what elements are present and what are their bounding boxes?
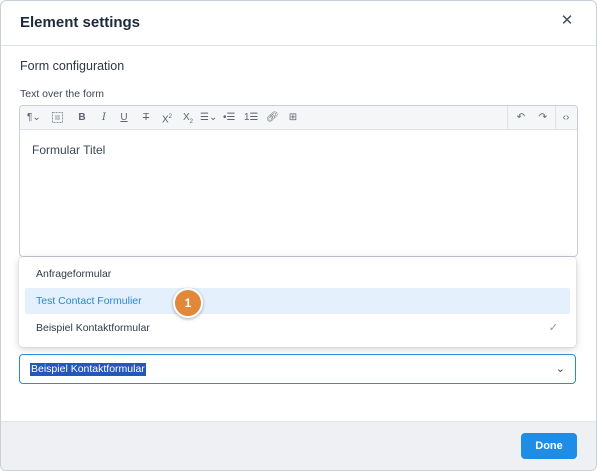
special-char-icon[interactable] <box>51 110 63 125</box>
italic-icon[interactable]: I <box>98 110 110 125</box>
undo-icon[interactable]: ↶ <box>515 110 527 125</box>
underline-icon[interactable]: U <box>118 110 130 125</box>
editor-toolbar: ¶⌄ B I U T X2 X2 ☰⌄ •☰ 1☰ 🔗︎ ⊞ ↶ ↷ ‹› <box>20 106 577 130</box>
close-icon[interactable]: ✕ <box>559 13 575 29</box>
link-icon[interactable]: 🔗︎ <box>266 110 279 125</box>
ordered-list-icon[interactable]: 1☰ <box>244 110 259 125</box>
rich-text-editor[interactable]: ¶⌄ B I U T X2 X2 ☰⌄ •☰ 1☰ 🔗︎ ⊞ ↶ ↷ ‹› Fo… <box>19 105 578 257</box>
chevron-down-icon[interactable]: ⌄ <box>556 362 565 375</box>
option-label: Test Contact Formulier <box>36 295 142 307</box>
unordered-list-icon[interactable]: •☰ <box>223 110 235 125</box>
step-badge: 1 <box>173 288 203 318</box>
dropdown-option-selected[interactable]: Beispiel Kontaktformular ✓ <box>25 315 570 341</box>
option-label: Anfrageformular <box>36 268 112 280</box>
form-dropdown-menu: Anfrageformular Test Contact Formulier B… <box>19 257 576 347</box>
done-button[interactable]: Done <box>521 433 577 459</box>
text-over-form-label: Text over the form <box>20 88 105 100</box>
dialog-title: Element settings <box>20 14 141 31</box>
toolbar-divider <box>507 106 508 129</box>
table-icon[interactable]: ⊞ <box>287 110 299 125</box>
option-label: Beispiel Kontaktformular <box>36 322 150 334</box>
redo-icon[interactable]: ↷ <box>537 110 549 125</box>
code-view-icon[interactable]: ‹› <box>560 110 572 125</box>
subscript-icon[interactable]: X2 <box>182 110 194 125</box>
check-icon: ✓ <box>548 322 558 334</box>
dialog-footer: Done <box>1 421 596 470</box>
bold-icon[interactable]: B <box>76 110 88 125</box>
strikethrough-icon[interactable]: T <box>140 110 152 125</box>
align-icon[interactable]: ☰⌄ <box>200 110 217 125</box>
superscript-icon[interactable]: X2 <box>161 110 173 125</box>
section-title: Form configuration <box>20 59 125 73</box>
paragraph-icon[interactable]: ¶⌄ <box>27 110 41 125</box>
dialog-header: Element settings ✕ <box>1 1 596 46</box>
dropdown-option[interactable]: Anfrageformular <box>25 261 570 287</box>
select-value: Beispiel Kontaktformular <box>30 363 146 376</box>
editor-content[interactable]: Formular Titel <box>32 143 105 157</box>
dropdown-option-highlighted[interactable]: Test Contact Formulier <box>25 288 570 314</box>
toolbar-divider <box>555 106 556 129</box>
element-settings-dialog: Element settings ✕ Form configuration Te… <box>0 0 597 471</box>
form-select[interactable]: Beispiel Kontaktformular ⌄ <box>19 354 576 384</box>
